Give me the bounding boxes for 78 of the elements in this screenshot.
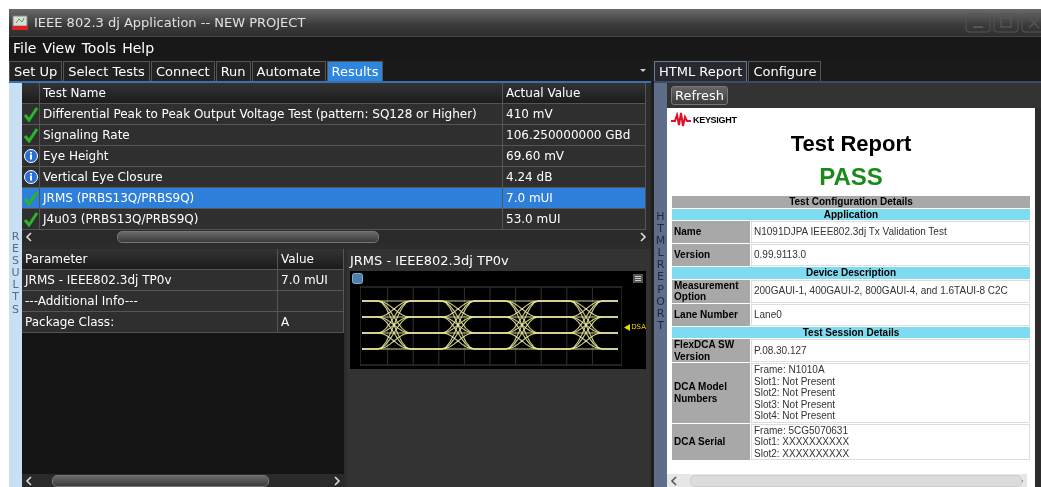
- field-label: DCA Serial: [672, 423, 750, 460]
- field-value: Lane0: [754, 308, 783, 321]
- section-header: Application: [672, 208, 1030, 220]
- field-value: Slot3: Not Present: [754, 398, 837, 410]
- table-cell[interactable]: Vertical Eye Closure: [40, 167, 503, 188]
- table-cell[interactable]: J4u03 (PRBS13Q/PRBS9Q): [40, 209, 503, 230]
- field-value: Frame: 5CG5070631: [754, 424, 849, 436]
- menu-item[interactable]: Help: [122, 40, 155, 56]
- tab[interactable]: HTML Report: [654, 61, 748, 81]
- horizontal-scrollbar[interactable]: [22, 474, 344, 487]
- column-header[interactable]: Value: [278, 249, 344, 270]
- app-icon: [12, 15, 28, 30]
- result-text: PASS: [818, 163, 884, 191]
- scroll-right-icon[interactable]: [333, 475, 341, 486]
- field-label: Lane Number: [672, 303, 750, 326]
- tab[interactable]: Automate: [251, 61, 326, 81]
- scrollbar-thumb[interactable]: [52, 475, 269, 487]
- field-value: Frame: N1010A: [754, 364, 826, 376]
- scroll-right-icon[interactable]: [639, 231, 647, 242]
- table-cell[interactable]: 410 mV: [503, 104, 646, 125]
- tab[interactable]: Connect: [150, 61, 215, 81]
- table-cell[interactable]: Eye Height: [40, 146, 503, 167]
- table-cell: [278, 291, 344, 312]
- table-header: Test Configuration Details: [672, 196, 1030, 208]
- column-header[interactable]: Parameter: [22, 249, 278, 270]
- square-icon[interactable]: [352, 273, 363, 284]
- field-value: 0.99.9113.0: [754, 249, 808, 261]
- table-cell: ---Additional Info---: [22, 291, 278, 312]
- table-cell[interactable]: JRMS (PRBS13Q/PRBS9Q): [40, 188, 503, 209]
- marker-icon: [624, 323, 631, 331]
- menu-icon[interactable]: [633, 274, 643, 283]
- table-cell[interactable]: 7.0 mUI: [503, 188, 646, 209]
- field-label: DCA Model Numbers: [672, 363, 750, 423]
- scrollbar-thumb[interactable]: [117, 231, 379, 243]
- table-cell: Package Class:: [22, 312, 278, 333]
- table-cell: JRMS - IEEE802.3dj TP0v: [22, 270, 278, 291]
- tab[interactable]: Configure: [748, 61, 822, 81]
- tab[interactable]: Run: [215, 61, 251, 81]
- table-cell[interactable]: 106.250000000 GBd: [503, 125, 646, 146]
- field-value: N1091DJPA IEEE802.3dj Tx Validation Test: [754, 226, 948, 238]
- table-cell: 7.0 mUI: [278, 270, 344, 291]
- window-title: IEEE 802.3 dj Application -- NEW PROJECT: [34, 15, 306, 30]
- field-value: Slot2: XXXXXXXXXX: [754, 447, 851, 459]
- field-value: Slot4: Not Present: [754, 410, 837, 422]
- field-label: Measurement Option: [672, 279, 750, 303]
- tab[interactable]: Set Up: [9, 61, 63, 81]
- scroll-left-icon[interactable]: [670, 475, 678, 486]
- table-cell: A: [278, 312, 344, 333]
- field-value: Slot2: Not Present: [754, 387, 837, 399]
- wave-logo-icon: [671, 112, 691, 127]
- table-cell[interactable]: Differential Peak to Peak Output Voltage Test (pattern: SQ128 or Higher): [40, 104, 503, 125]
- tab[interactable]: Select Tests: [63, 61, 150, 81]
- menu-item[interactable]: File: [13, 40, 37, 56]
- menu-item[interactable]: View: [42, 40, 76, 56]
- field-label: FlexDCA SW Version: [672, 339, 750, 362]
- logo-text: KEYSIGHT: [693, 114, 737, 125]
- menu-item[interactable]: Tools: [81, 40, 117, 56]
- refresh-button[interactable]: Refresh: [671, 86, 729, 105]
- table-cell[interactable]: 53.0 mUI: [503, 209, 646, 230]
- plot-title: JRMS - IEEE802.3dj TP0v: [350, 253, 510, 268]
- field-label: Name: [672, 221, 750, 243]
- field-value: P.08.30.127: [754, 344, 808, 357]
- report-title: Test Report: [789, 131, 913, 157]
- table-cell[interactable]: Signaling Rate: [40, 125, 503, 146]
- caret-icon[interactable]: [639, 67, 647, 73]
- table-cell[interactable]: 4.24 dB: [503, 167, 646, 188]
- section-header: Device Description: [672, 267, 1030, 279]
- column-header[interactable]: Test Name: [40, 83, 503, 104]
- tab[interactable]: Results: [326, 61, 384, 81]
- column-header[interactable]: Actual Value: [503, 83, 646, 104]
- section-header: Test Session Details: [672, 326, 1030, 338]
- column-header[interactable]: [22, 83, 40, 104]
- side-tab[interactable]: RESULTS: [9, 83, 22, 487]
- field-value: 200GAUI-1, 400GAUI-2, 800GAUI-4, and 1.6TAUI-8 C2C: [754, 285, 1009, 297]
- table-cell[interactable]: 69.60 mV: [503, 146, 646, 167]
- field-label: Version: [672, 244, 750, 266]
- field-value: Slot1: XXXXXXXXXX: [754, 436, 851, 448]
- field-value: Slot1: Not Present: [754, 375, 837, 387]
